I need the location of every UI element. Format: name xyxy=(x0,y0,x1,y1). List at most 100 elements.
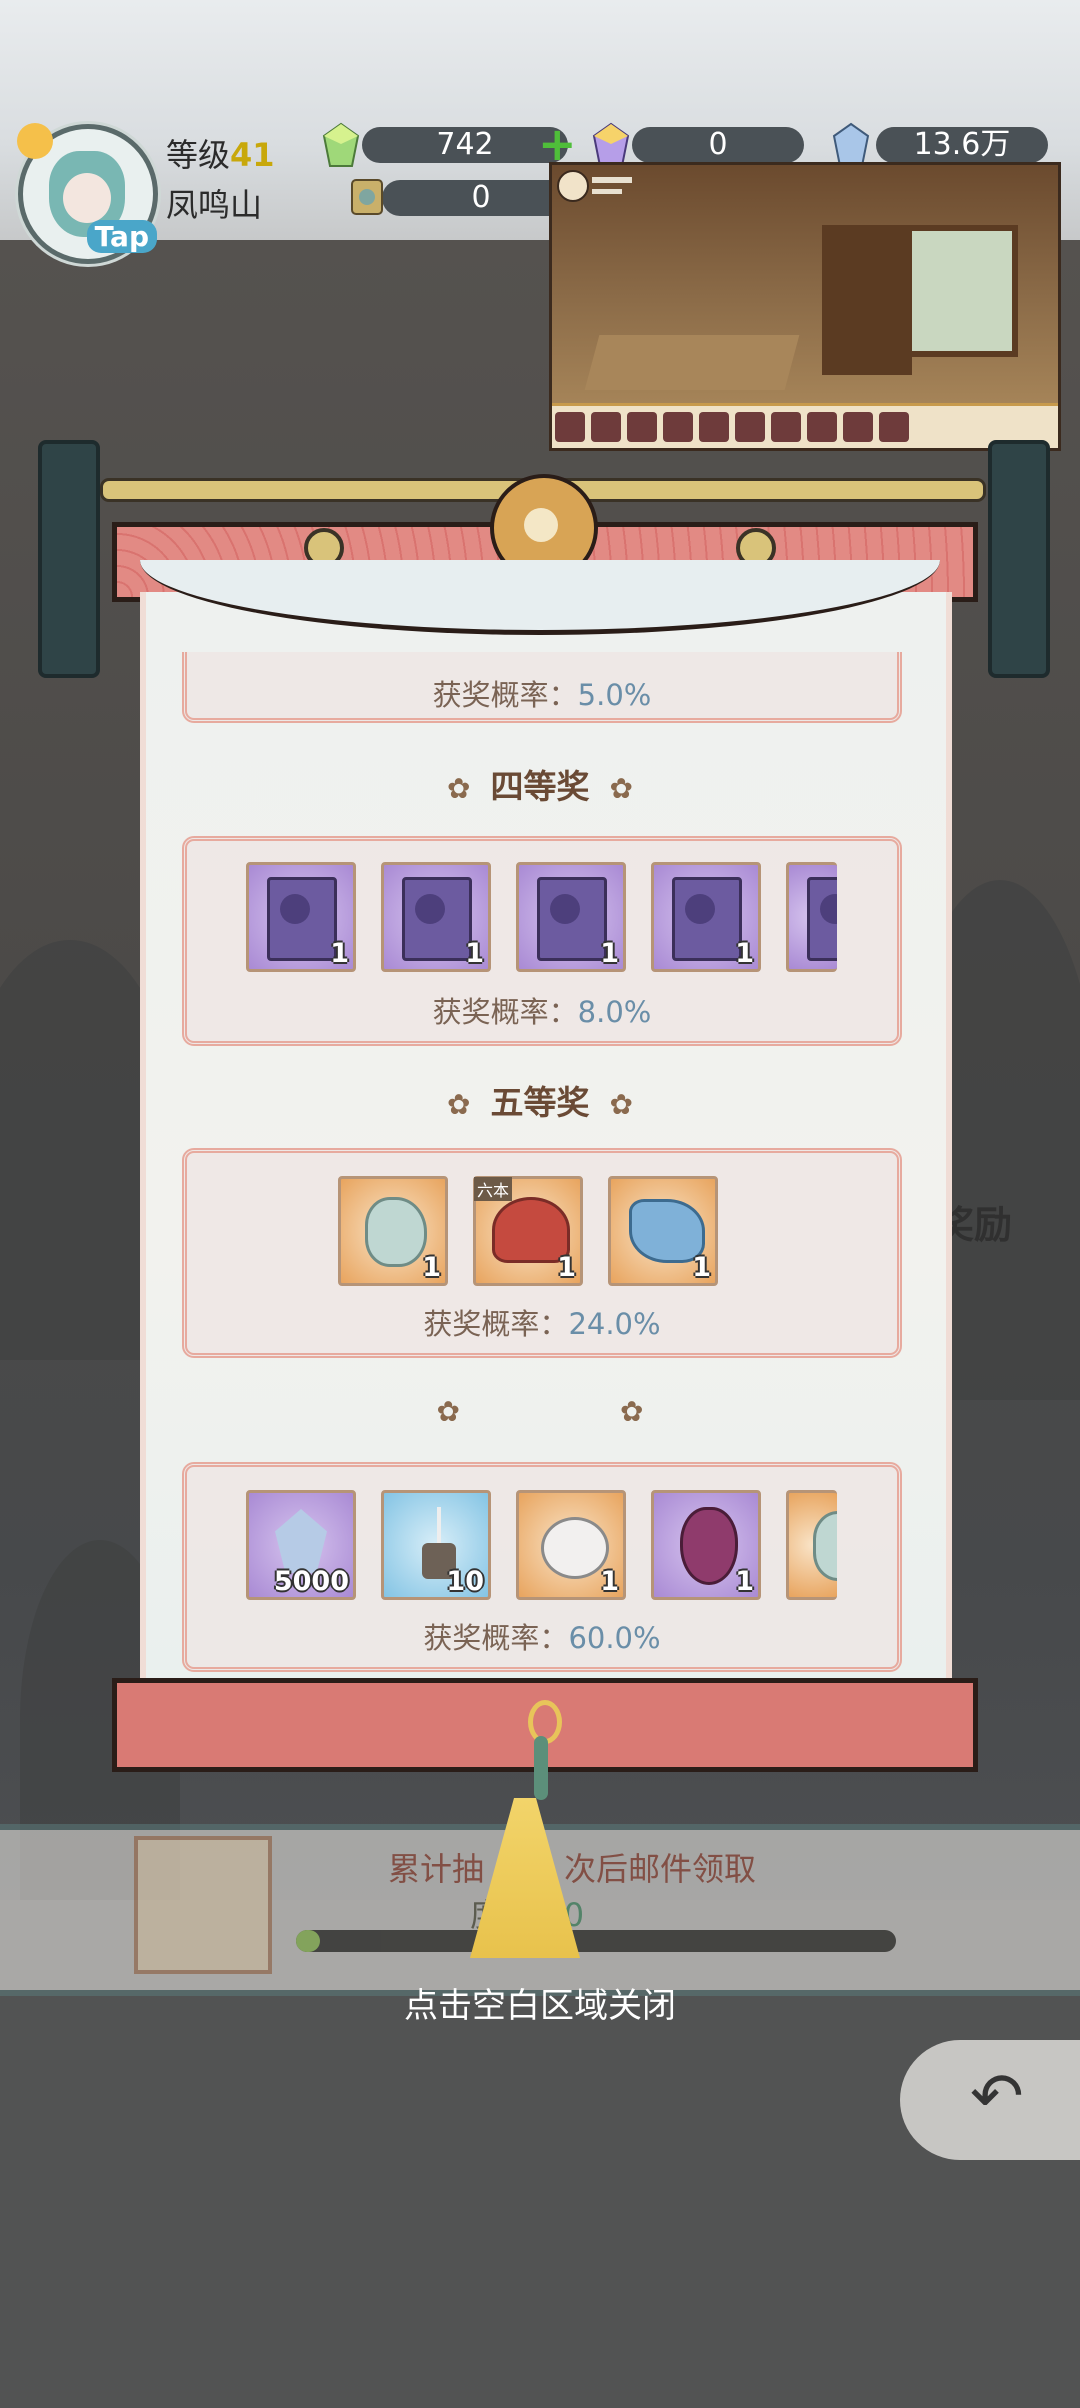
reward-item[interactable]: 10 xyxy=(381,1490,491,1600)
rate-label: 获奖概率： xyxy=(423,1307,569,1341)
purple-book-icon xyxy=(672,877,742,961)
close-hint[interactable]: 点击空白区域关闭 xyxy=(0,1978,1080,2027)
video-tool-icon[interactable] xyxy=(735,412,765,442)
flower-icon: ✿ xyxy=(609,1088,633,1121)
reward-item[interactable]: 1 xyxy=(246,862,356,972)
reward-item[interactable]: 1 xyxy=(338,1176,448,1286)
video-window-scene xyxy=(896,225,1018,357)
video-tool-icon[interactable] xyxy=(663,412,693,442)
rate-value: 8.0% xyxy=(577,995,652,1029)
reward-item[interactable]: 1 xyxy=(651,1490,761,1600)
video-tool-icon[interactable] xyxy=(591,412,621,442)
reward-item-clipped[interactable] xyxy=(786,1490,837,1600)
item-count: 1 xyxy=(600,938,619,969)
item-count: 1 xyxy=(600,1566,619,1597)
tap-badge: Tap xyxy=(86,220,157,253)
item-count: 1 xyxy=(557,1252,576,1283)
video-tool-icon[interactable] xyxy=(699,412,729,442)
scroll-pole-right xyxy=(988,440,1050,678)
rate-value: 5.0% xyxy=(577,678,652,712)
cumulative-text-part: 次后邮件领取 xyxy=(564,1850,757,1888)
reward-item[interactable]: 1 xyxy=(516,862,626,972)
video-avatar-icon xyxy=(557,170,632,202)
item-count: 10 xyxy=(446,1566,484,1597)
item-count: 1 xyxy=(692,1252,711,1283)
tier3-box: 获奖概率：5.0% xyxy=(182,652,902,723)
back-button[interactable]: ↶ xyxy=(900,2040,1080,2160)
avatar-face xyxy=(63,173,111,223)
video-toolbar xyxy=(552,403,1058,448)
reward-item[interactable]: 六本 1 xyxy=(473,1176,583,1286)
sun-icon xyxy=(17,123,53,159)
progress-fill xyxy=(296,1930,320,1952)
flower-icon: ✿ xyxy=(447,772,471,805)
video-cabinet xyxy=(822,225,912,375)
tier6-title: ✿ ✿ xyxy=(0,1390,1080,1429)
reward-item[interactable]: 1 xyxy=(381,862,491,972)
crystal-icon xyxy=(275,1509,327,1573)
jade-gem-icon xyxy=(322,122,360,167)
player-avatar[interactable]: Tap xyxy=(17,123,158,264)
location-name: 凤鸣山 xyxy=(166,186,263,224)
player-level: 等级41 xyxy=(166,130,275,176)
cumulative-text: 累计抽 次后邮件领取 xyxy=(388,1844,756,1890)
item-count: 1 xyxy=(735,1566,754,1597)
rate-value: 24.0% xyxy=(568,1307,661,1341)
flower-icon: ✿ xyxy=(436,1395,460,1428)
back-arrow-icon: ↶ xyxy=(970,2060,1024,2134)
jade-stone-icon xyxy=(365,1197,427,1267)
rate-label: 获奖概率： xyxy=(432,995,578,1029)
video-tool-icon[interactable] xyxy=(555,412,585,442)
tassel-cord xyxy=(534,1736,548,1800)
rate-label: 获奖概率： xyxy=(423,1621,569,1655)
floating-video-window[interactable] xyxy=(549,162,1061,451)
cloth-sack-icon xyxy=(541,1517,609,1579)
crystal-currency: 13.6万 xyxy=(876,127,1048,163)
item-icon xyxy=(813,1511,837,1581)
video-bed xyxy=(584,335,800,390)
tier5-title: ✿ 五等奖 ✿ xyxy=(0,1076,1080,1124)
purple-book-icon xyxy=(267,877,337,961)
item-count: 5000 xyxy=(273,1566,349,1597)
rate-value: 60.0% xyxy=(568,1621,661,1655)
purple-book-icon xyxy=(402,877,472,961)
progress-bar xyxy=(296,1930,896,1952)
add-jade-button[interactable]: + xyxy=(538,121,577,167)
reward-item[interactable]: 1 xyxy=(608,1176,718,1286)
tier4-rate: 获奖概率：8.0% xyxy=(187,989,897,1031)
reward-item-clipped[interactable] xyxy=(786,862,837,972)
video-tool-icon[interactable] xyxy=(627,412,657,442)
scroll-pole-left xyxy=(38,440,100,678)
tier5-rate: 获奖概率：24.0% xyxy=(187,1301,897,1343)
item-count: 1 xyxy=(735,938,754,969)
flower-icon: ✿ xyxy=(447,1088,471,1121)
rainbow-currency: 0 xyxy=(632,127,804,163)
tier4-title: ✿ 四等奖 ✿ xyxy=(0,760,1080,808)
video-tool-icon[interactable] xyxy=(807,412,837,442)
reward-item[interactable]: 1 xyxy=(651,862,761,972)
level-label: 等级 xyxy=(166,136,231,174)
purple-book-icon xyxy=(807,877,837,961)
reward-item[interactable]: 1 xyxy=(516,1490,626,1600)
tier-title-text: 四等奖 xyxy=(490,767,590,806)
flower-icon: ✿ xyxy=(620,1395,644,1428)
coupon-icon xyxy=(351,179,383,215)
reward-item[interactable]: 5000 xyxy=(246,1490,356,1600)
tier-title-text: 五等奖 xyxy=(490,1083,590,1122)
item-count: 1 xyxy=(465,938,484,969)
purple-book-icon xyxy=(537,877,607,961)
cumulative-text-part: 累计抽 xyxy=(388,1850,485,1888)
rate-label: 获奖概率： xyxy=(432,678,578,712)
item-tag: 六本 xyxy=(474,1177,513,1201)
tier6-rate: 获奖概率：60.0% xyxy=(187,1615,897,1657)
flower-icon: ✿ xyxy=(609,772,633,805)
reward-chest-icon[interactable] xyxy=(134,1836,272,1974)
video-tool-icon[interactable] xyxy=(771,412,801,442)
tier3-rate: 获奖概率：5.0% xyxy=(187,672,897,714)
video-tool-icon[interactable] xyxy=(879,412,909,442)
gourd-icon xyxy=(680,1507,738,1585)
item-count: 1 xyxy=(422,1252,441,1283)
video-tool-icon[interactable] xyxy=(843,412,873,442)
item-count: 1 xyxy=(330,938,349,969)
level-number: 41 xyxy=(230,136,275,174)
